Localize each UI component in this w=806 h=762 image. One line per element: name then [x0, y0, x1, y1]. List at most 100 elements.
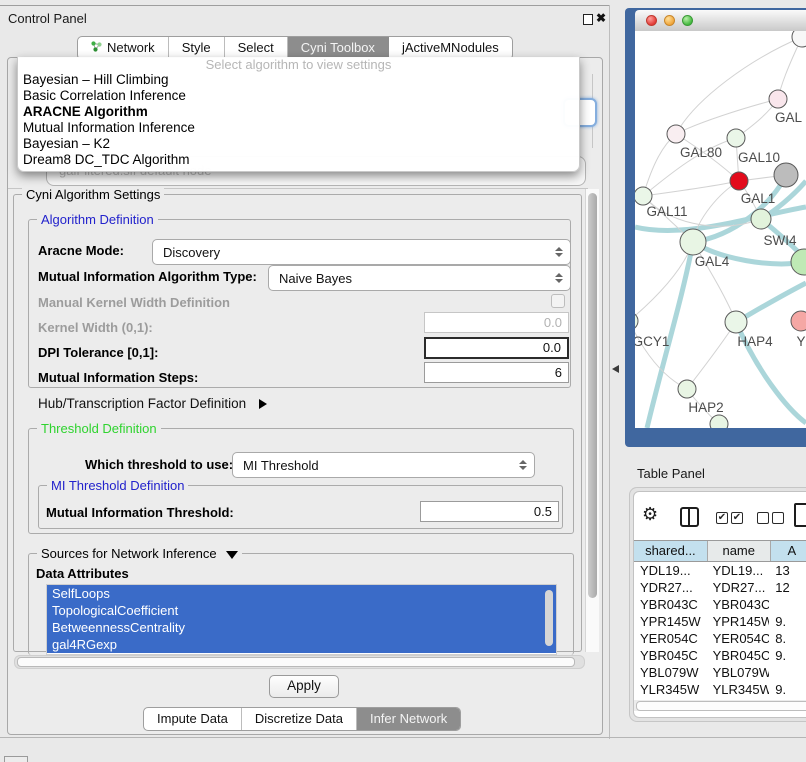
document-icon[interactable]: [794, 503, 806, 527]
attribute-item-topologicalcoefficient[interactable]: TopologicalCoefficient: [47, 602, 556, 619]
algorithm-option-dream8-dc-tdc-algorithm[interactable]: Dream8 DC_TDC Algorithm: [18, 152, 579, 168]
algorithm-option-aracne-algorithm[interactable]: ARACNE Algorithm: [18, 104, 579, 120]
columns-icon[interactable]: [680, 507, 699, 527]
network-node[interactable]: [730, 172, 748, 190]
column-header-shared[interactable]: shared...: [634, 541, 708, 561]
zoom-traffic-light[interactable]: [682, 15, 693, 26]
sources-title: Sources for Network Inference: [41, 546, 217, 561]
attribute-item-selfloops[interactable]: SelfLoops: [47, 585, 556, 602]
table-cell: 13: [769, 562, 806, 579]
table-cell: 8.: [769, 630, 806, 647]
network-node[interactable]: [667, 125, 685, 143]
checked-checkbox-icon[interactable]: ✔: [731, 512, 743, 524]
dpi-tolerance-field[interactable]: 0.0: [424, 337, 569, 359]
kernel-width-field[interactable]: 0.0: [424, 312, 569, 333]
table-horizontal-scrollbar[interactable]: [634, 700, 806, 711]
control-panel-title: Control Panel: [8, 11, 87, 26]
network-node[interactable]: [727, 129, 745, 147]
table-row[interactable]: YBL079WYBL079W: [634, 664, 806, 681]
table-row[interactable]: YBR045CYBR045C9.: [634, 647, 806, 664]
column-header-a[interactable]: A: [771, 541, 806, 561]
network-node[interactable]: [678, 380, 696, 398]
settings-vertical-scrollbar[interactable]: [585, 189, 599, 652]
mi-threshold-field[interactable]: 0.5: [420, 501, 559, 522]
table-row[interactable]: YPR145WYPR145W9.: [634, 613, 806, 630]
tab-infer-network[interactable]: Infer Network: [357, 708, 460, 730]
table-row[interactable]: YER054CYER054C8.: [634, 630, 806, 647]
table-cell: YER054C: [707, 630, 770, 647]
table-row[interactable]: YLR345WYLR345W9.: [634, 681, 806, 698]
tab-label: Discretize Data: [255, 708, 343, 730]
network-node[interactable]: [680, 229, 706, 255]
network-node[interactable]: [791, 311, 806, 331]
close-traffic-light[interactable]: [646, 15, 657, 26]
table-cell: YDR27...: [707, 579, 770, 596]
table-cell: YBR045C: [634, 647, 707, 664]
close-icon[interactable]: ✖: [596, 11, 606, 25]
mi-steps-field[interactable]: 6: [424, 362, 569, 383]
network-node[interactable]: [792, 31, 806, 47]
network-icon: [91, 37, 102, 59]
node-label-hap4: HAP4: [737, 334, 773, 349]
settings-horizontal-scrollbar[interactable]: [14, 655, 585, 669]
network-node[interactable]: [769, 90, 787, 108]
node-label-gal: GAL: [775, 110, 803, 125]
node-label-gal1: GAL1: [741, 191, 776, 206]
apply-button[interactable]: Apply: [269, 675, 339, 698]
node-table: shared...nameAYDL19...YDL19...13YDR27...…: [634, 540, 806, 700]
table-row[interactable]: YBR043CYBR043C: [634, 596, 806, 613]
tab-label: Network: [107, 37, 155, 59]
unchecked-checkbox-icon[interactable]: [772, 512, 784, 524]
gear-icon[interactable]: ⚙: [642, 504, 658, 525]
aracne-mode-combo[interactable]: Discovery: [152, 239, 571, 265]
attribute-item-betweennesscentrality[interactable]: BetweennessCentrality: [47, 619, 556, 636]
algorithm-option-bayesian-k2[interactable]: Bayesian – K2: [18, 136, 579, 152]
network-node[interactable]: [725, 311, 747, 333]
algorithm-option-mutual-information-inference[interactable]: Mutual Information Inference: [18, 120, 579, 136]
unchecked-checkbox-icon[interactable]: [757, 512, 769, 524]
network-canvas[interactable]: GALGAL80GAL10GAL1GAL11SWI4GAL4GCY1HAP4YH…: [635, 31, 806, 428]
scrollbar-thumb[interactable]: [636, 701, 806, 711]
tab-discretize-data[interactable]: Discretize Data: [242, 708, 357, 730]
scrollbar-thumb[interactable]: [545, 590, 553, 646]
tab-cyni-toolbox[interactable]: Cyni Toolbox: [288, 37, 389, 59]
collapsed-panel-icon[interactable]: [4, 756, 28, 762]
network-node[interactable]: [751, 209, 771, 229]
sources-expander[interactable]: Sources for Network Inference: [37, 546, 242, 561]
hub-definition-expander[interactable]: Hub/Transcription Factor Definition: [38, 396, 267, 411]
network-window-titlebar[interactable]: [635, 10, 806, 32]
checked-checkbox-icon[interactable]: ✔: [716, 512, 728, 524]
mi-type-combo[interactable]: Naive Bayes: [268, 265, 571, 291]
manual-kernel-checkbox[interactable]: [551, 294, 565, 308]
mi-threshold-label: Mutual Information Threshold:: [46, 505, 234, 520]
table-row[interactable]: YDL19...YDL19...13: [634, 562, 806, 579]
float-window-icon[interactable]: [583, 14, 593, 25]
scrollbar-thumb[interactable]: [588, 193, 597, 598]
tab-jactivemnodules[interactable]: jActiveMNodules: [389, 37, 512, 59]
node-label-swi4: SWI4: [763, 233, 796, 248]
scrollbar-thumb[interactable]: [17, 657, 575, 667]
mi-steps-label: Mutual Information Steps:: [38, 370, 198, 385]
network-node[interactable]: [774, 163, 798, 187]
attribute-item-gal4rgexp[interactable]: gal4RGexp: [47, 636, 556, 653]
combo-value: MI Threshold: [233, 458, 515, 473]
column-header-name[interactable]: name: [708, 541, 771, 561]
table-cell: 9.: [769, 613, 806, 630]
algorithm-option-basic-correlation-inference[interactable]: Basic Correlation Inference: [18, 88, 579, 104]
tab-select[interactable]: Select: [225, 37, 288, 59]
tab-style[interactable]: Style: [169, 37, 225, 59]
which-threshold-combo[interactable]: MI Threshold: [232, 452, 535, 478]
network-node[interactable]: [635, 187, 652, 205]
node-label-hap2: HAP2: [688, 400, 723, 415]
table-cell: [769, 596, 806, 613]
control-panel-right-border: [609, 5, 610, 739]
network-node[interactable]: [791, 249, 806, 275]
table-row[interactable]: YDR27...YDR27...12: [634, 579, 806, 596]
bottom-tabs: Impute Data Discretize Data Infer Network: [143, 707, 461, 731]
network-node[interactable]: [710, 415, 728, 428]
algorithm-option-bayesian-hill-climbing[interactable]: Bayesian – Hill Climbing: [18, 72, 579, 88]
tab-network[interactable]: Network: [78, 37, 169, 59]
table-panel-title: Table Panel: [637, 466, 705, 481]
tab-impute-data[interactable]: Impute Data: [144, 708, 242, 730]
minimize-traffic-light[interactable]: [664, 15, 675, 26]
